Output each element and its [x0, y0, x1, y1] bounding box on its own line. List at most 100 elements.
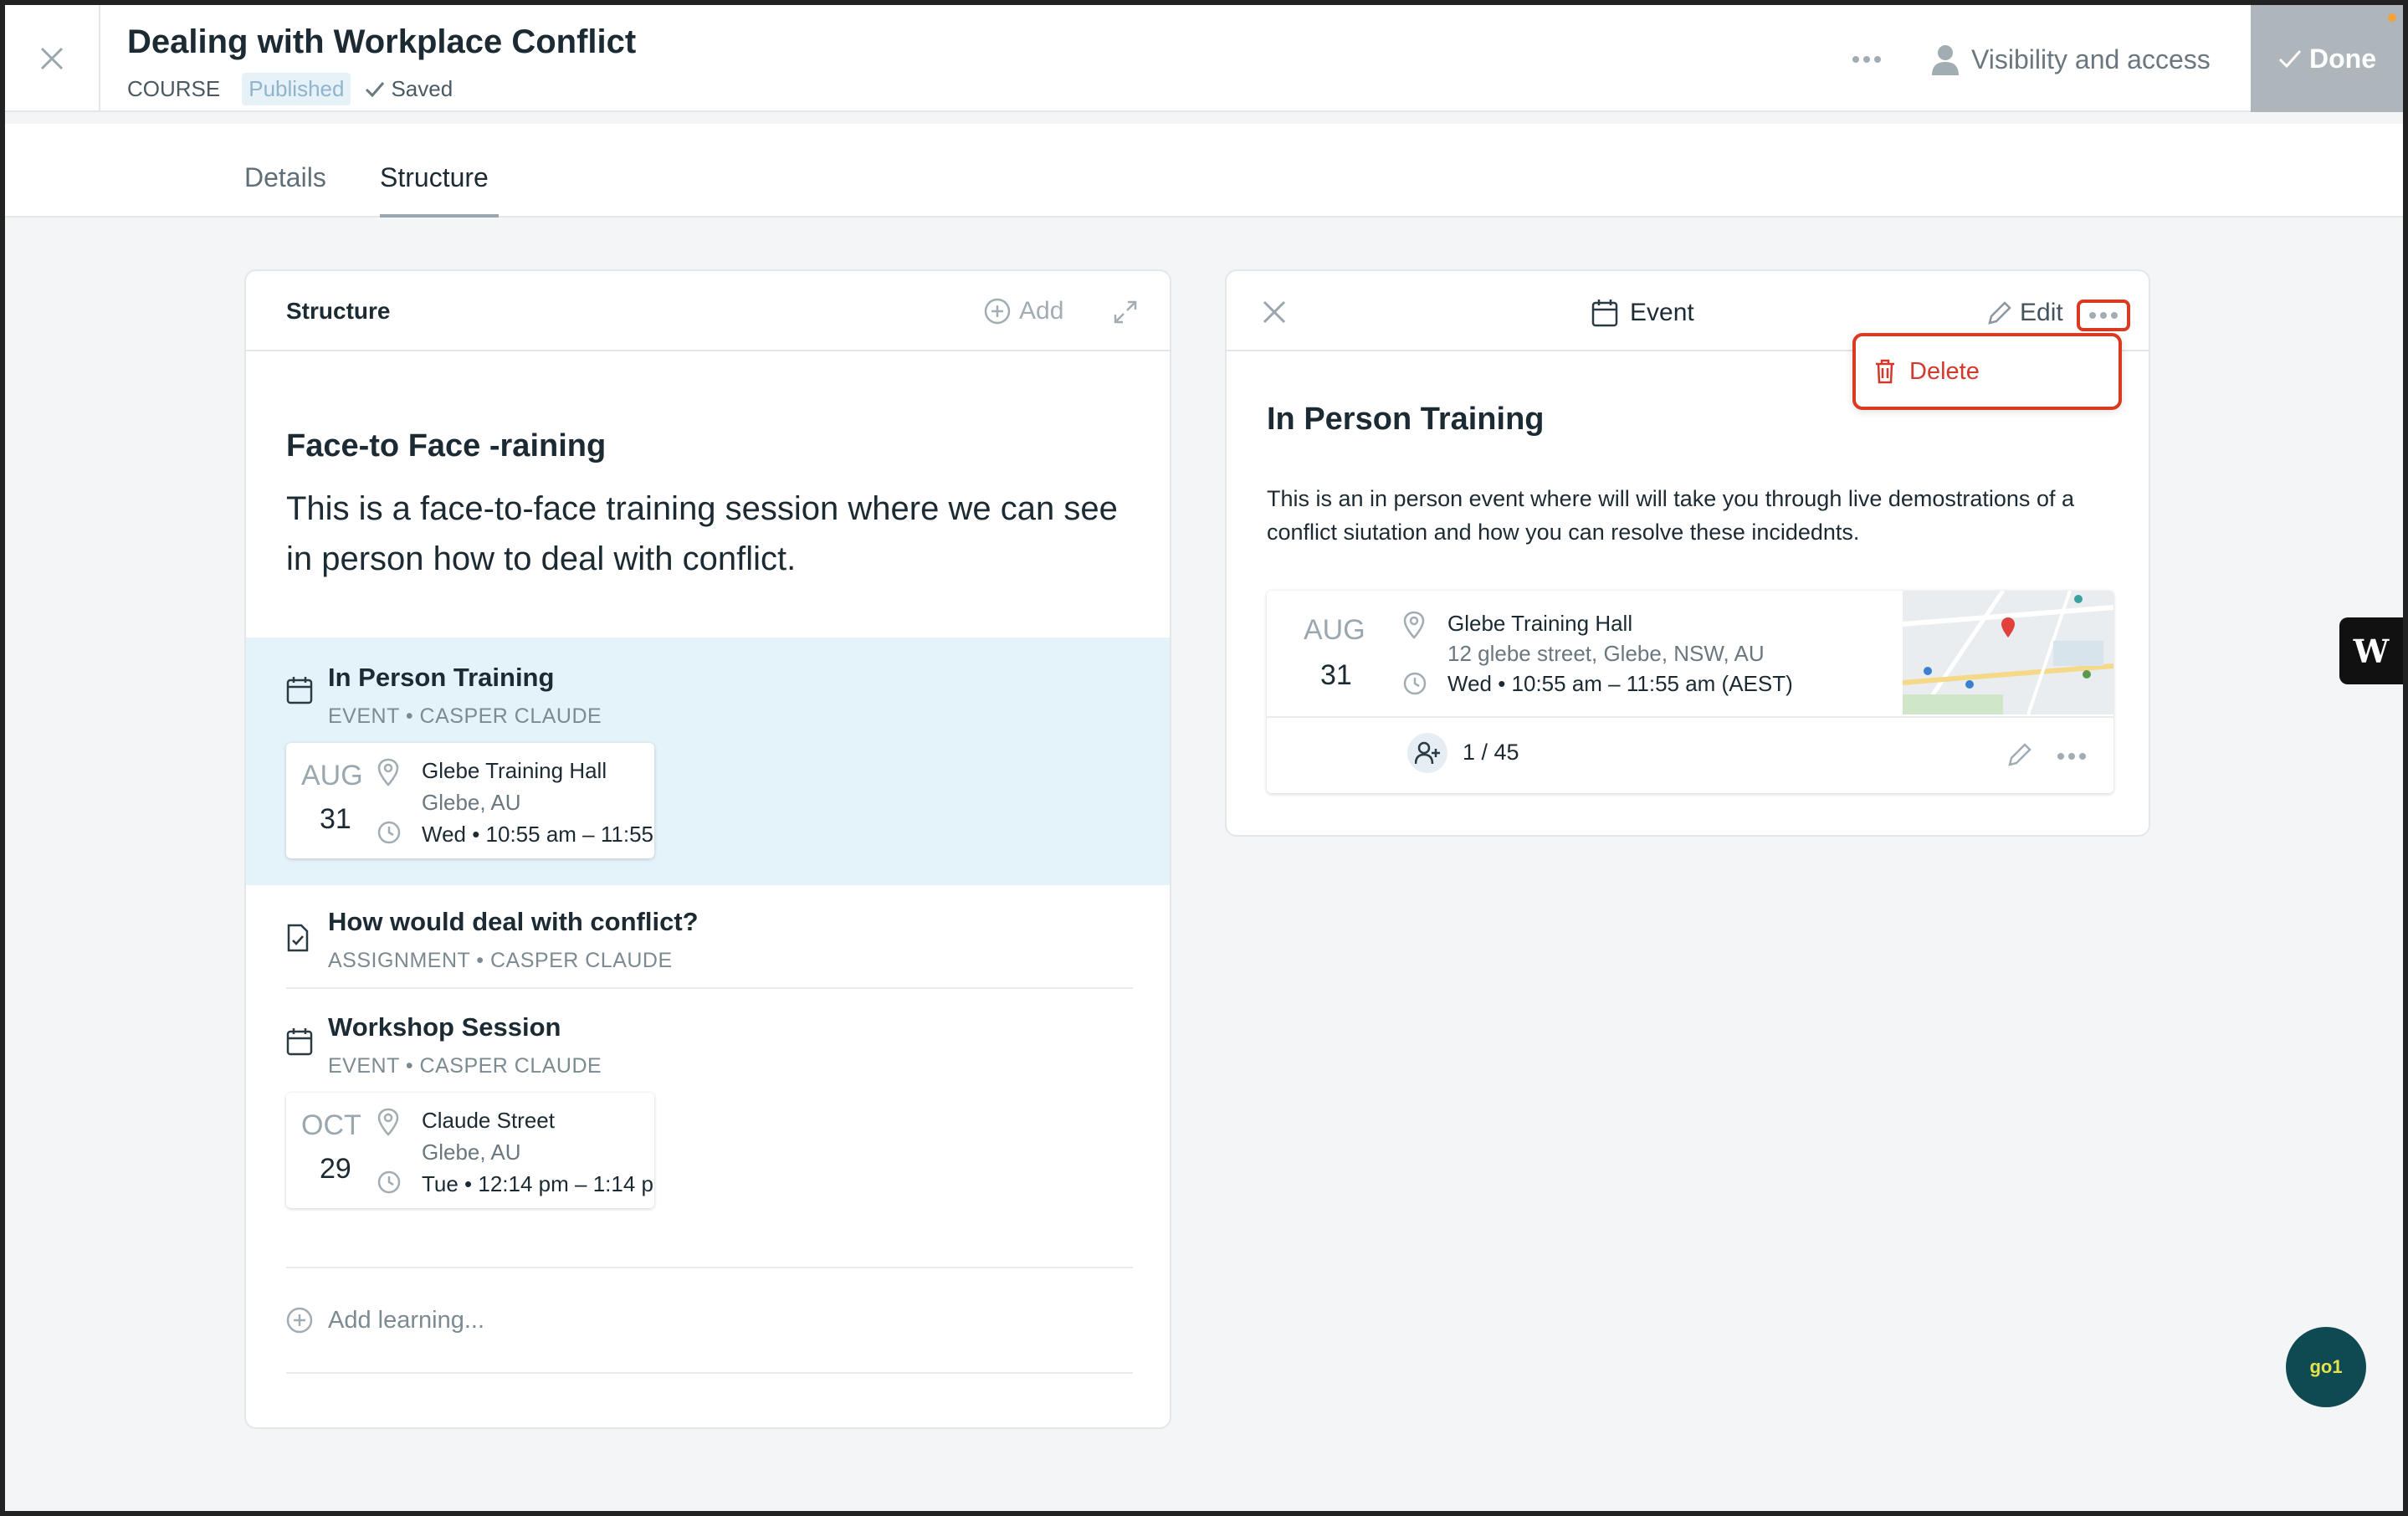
structure-item-assignment[interactable]: How would deal with conflict? ASSIGNMENT…: [246, 885, 1170, 989]
done-label: Done: [2309, 43, 2376, 74]
module-description: This is a face-to-face training session …: [286, 490, 1118, 577]
close-icon: [40, 47, 64, 70]
close-panel-button[interactable]: [1262, 300, 1287, 329]
saved-label: Saved: [391, 75, 453, 101]
calendar-icon: [286, 676, 313, 709]
more-horizontal-icon: [2057, 753, 2086, 760]
app-window: Dealing with Workplace Conflict COURSE P…: [5, 5, 2403, 1511]
tab-structure[interactable]: Structure: [380, 162, 489, 193]
trash-icon: [1876, 359, 1894, 384]
event-month: AUG: [1304, 614, 1365, 646]
event-card[interactable]: AUG 31 Glebe Training Hall Glebe, AU Wed…: [286, 743, 654, 858]
event-day: 31: [320, 803, 351, 835]
event-day: 29: [320, 1153, 351, 1185]
item-title: Workshop Session: [328, 1012, 561, 1042]
event-time: Wed • 10:55 am – 11:55 am (AEST): [1447, 671, 1793, 696]
check-icon: [2278, 50, 2302, 69]
module-title: Face-to Face -raining: [286, 428, 607, 464]
event-title: In Person Training: [1267, 402, 1545, 437]
event-venue: Glebe Training Hall: [1447, 611, 1633, 636]
go1-chat-button[interactable]: go1: [2286, 1327, 2366, 1407]
attendance-count: 1 / 45: [1463, 740, 1519, 765]
user-plus-icon: [1415, 741, 1440, 765]
event-venue: Glebe Training Hall: [422, 758, 607, 783]
user-icon: [1932, 45, 1959, 75]
w-side-tab[interactable]: W: [2339, 617, 2403, 684]
item-subtitle: EVENT • CASPER CLAUDE: [328, 1054, 602, 1078]
edit-button[interactable]: Edit: [1986, 296, 2063, 330]
event-card[interactable]: OCT 29 Claude Street Glebe, AU Tue • 12:…: [286, 1093, 654, 1208]
expand-button[interactable]: [1113, 300, 1138, 329]
event-type-label: Event: [1591, 296, 1694, 330]
location-pin-icon: [377, 758, 400, 791]
delete-menu-item[interactable]: Delete: [1874, 356, 1980, 387]
item-subtitle: EVENT • CASPER CLAUDE: [328, 704, 602, 728]
location-map[interactable]: [1903, 591, 2113, 714]
delete-label: Delete: [1909, 357, 1980, 385]
close-icon: [1263, 300, 1286, 324]
course-type-label: COURSE: [127, 75, 221, 101]
item-subtitle: ASSIGNMENT • CASPER CLAUDE: [328, 949, 673, 972]
event-session-card[interactable]: AUG 31 Glebe Training Hall 12 glebe stre…: [1267, 591, 2113, 793]
location-pin-icon: [1402, 611, 1426, 643]
options-dropdown: Delete: [1852, 333, 2122, 410]
pencil-icon: [1988, 301, 2011, 325]
visibility-label: Visibility and access: [1971, 44, 2211, 74]
assignment-icon: [286, 924, 310, 956]
course-meta: COURSE Published Saved: [127, 72, 453, 105]
saved-indicator: Saved: [364, 76, 453, 102]
event-place: Glebe, AU: [422, 1140, 521, 1165]
tab-bar: Details Structure: [5, 124, 2403, 218]
calendar-icon: [286, 1027, 313, 1060]
structure-panel: Structure Add Face-to Face -raining This…: [244, 269, 1171, 1429]
event-month: AUG: [301, 760, 363, 791]
location-pin-icon: [377, 1108, 400, 1140]
edit-session-button[interactable]: [2006, 741, 2033, 772]
event-venue: Claude Street: [422, 1108, 555, 1133]
clock-icon: [377, 820, 402, 849]
add-attendee-button[interactable]: [1407, 733, 1447, 773]
divider: [286, 1372, 1133, 1374]
more-horizontal-icon: [2089, 312, 2118, 319]
add-button[interactable]: Add: [984, 296, 1063, 326]
event-place: Glebe, AU: [422, 790, 521, 815]
event-time: Tue • 12:14 pm – 1:14 p: [422, 1171, 653, 1196]
add-label: Add: [1019, 297, 1064, 325]
event-label: Event: [1630, 299, 1694, 326]
tab-details[interactable]: Details: [244, 162, 326, 193]
check-icon: [366, 82, 385, 98]
pencil-icon: [2008, 743, 2031, 766]
event-description: This is an in person event where will wi…: [1267, 486, 2074, 545]
more-options-button[interactable]: [2077, 300, 2130, 331]
clock-icon: [377, 1170, 402, 1199]
calendar-icon: [1591, 300, 1618, 327]
structure-item-workshop-session[interactable]: Workshop Session EVENT • CASPER CLAUDE O…: [246, 989, 1170, 1240]
edit-label: Edit: [2020, 299, 2063, 326]
visibility-access-button[interactable]: Visibility and access: [1931, 38, 2211, 80]
more-options-button[interactable]: [1846, 47, 1888, 72]
notification-dot: [2388, 13, 2396, 22]
divider: [1267, 716, 2113, 718]
event-day: 31: [1320, 659, 1352, 691]
expand-icon: [1114, 300, 1137, 324]
more-horizontal-icon: [1852, 56, 1881, 63]
done-button[interactable]: Done: [2251, 5, 2403, 112]
add-learning-button[interactable]: Add learning...: [286, 1303, 484, 1337]
item-title: How would deal with conflict?: [328, 907, 699, 936]
status-badge: Published: [242, 72, 351, 105]
event-time: Wed • 10:55 am – 11:55: [422, 822, 653, 847]
divider: [286, 1267, 1133, 1268]
event-month: OCT: [301, 1109, 361, 1141]
course-title: Dealing with Workplace Conflict: [127, 23, 637, 60]
event-detail-panel: Event Edit Delete In Person Training Thi…: [1225, 269, 2150, 837]
structure-panel-title: Structure: [286, 298, 391, 324]
session-more-options-button[interactable]: [2057, 750, 2087, 765]
add-learning-label: Add learning...: [328, 1306, 485, 1334]
structure-panel-header: Structure Add: [246, 271, 1170, 351]
plus-circle-icon: [286, 1307, 313, 1334]
close-button[interactable]: [5, 5, 100, 112]
item-title: In Person Training: [328, 663, 555, 692]
clock-icon: [1402, 671, 1427, 700]
event-address: 12 glebe street, Glebe, NSW, AU: [1447, 641, 1765, 666]
structure-item-in-person-training[interactable]: In Person Training EVENT • CASPER CLAUDE…: [246, 638, 1170, 885]
